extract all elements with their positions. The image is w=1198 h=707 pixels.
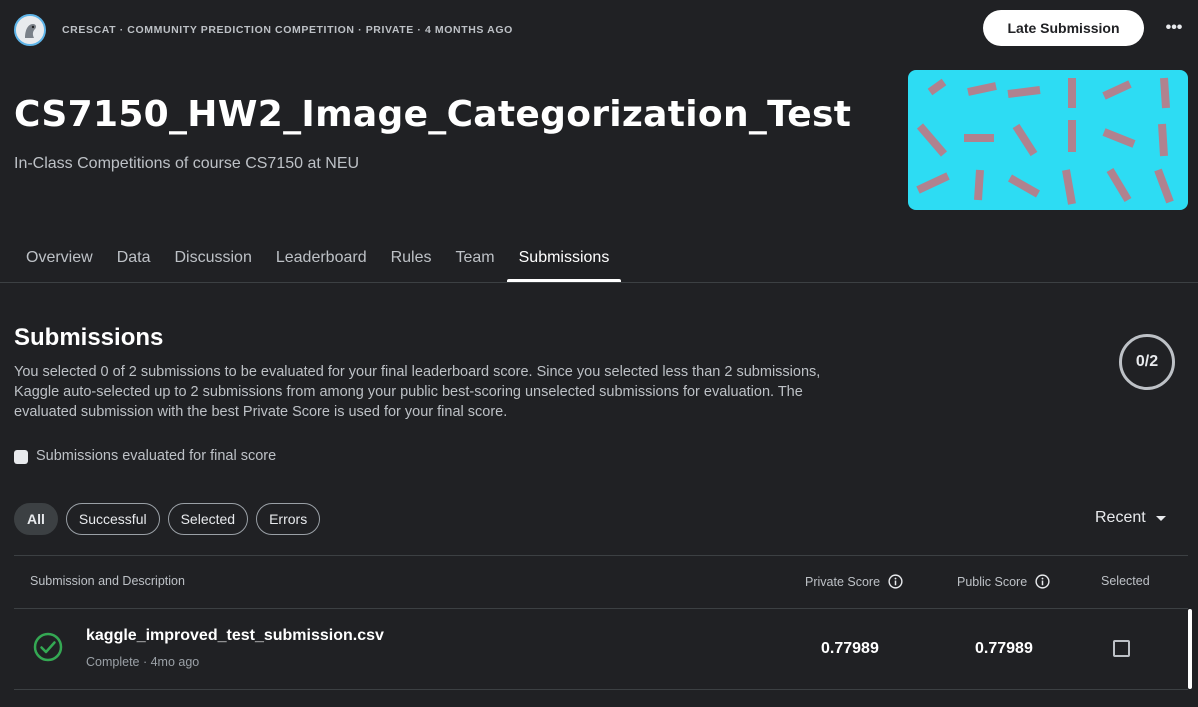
filter-chips: All Successful Selected Errors [14, 503, 321, 535]
competition-subtitle: In-Class Competitions of course CS7150 a… [14, 155, 360, 172]
tab-overview[interactable]: Overview [14, 246, 105, 282]
competition-title: CS7150_HW2_Image_Categorization_Test [14, 94, 852, 135]
column-header-selected: Selected [1101, 574, 1150, 588]
banner-mark [967, 82, 997, 96]
competition-banner-image [908, 70, 1188, 210]
banner-mark [1007, 86, 1041, 98]
section-title: Submissions [14, 324, 164, 351]
tab-rules[interactable]: Rules [379, 246, 444, 282]
banner-mark [1106, 167, 1132, 203]
filter-selected-chip[interactable]: Selected [167, 503, 249, 535]
filter-successful-chip[interactable]: Successful [65, 503, 160, 535]
column-header-private-score: Private Score [805, 574, 903, 589]
banner-mark [916, 123, 948, 157]
filter-errors-chip[interactable]: Errors [256, 503, 321, 535]
competition-host-avatar[interactable] [14, 14, 46, 46]
tab-team[interactable]: Team [444, 246, 507, 282]
banner-mark [1154, 168, 1174, 204]
select-submission-checkbox[interactable] [1113, 640, 1130, 657]
section-description: You selected 0 of 2 submissions to be ev… [14, 364, 821, 420]
sort-label: Recent [1095, 509, 1146, 526]
banner-mark [1102, 80, 1132, 100]
banner-mark [1102, 128, 1136, 148]
caret-down-icon [1155, 515, 1166, 521]
competition-breadcrumb: CRESCAT · COMMUNITY PREDICTION COMPETITI… [62, 24, 513, 36]
public-score-label: Public Score [957, 574, 1028, 589]
banner-mark [974, 169, 984, 201]
competition-tabs: Overview Data Discussion Leaderboard Rul… [14, 246, 622, 282]
banner-mark [1008, 174, 1040, 198]
banner-mark [916, 172, 950, 194]
tab-submissions[interactable]: Submissions [506, 246, 622, 282]
host-logo-icon [16, 16, 44, 44]
info-icon[interactable] [888, 574, 903, 589]
banner-mark [1160, 77, 1170, 109]
submission-file-name[interactable]: kaggle_improved_test_submission.csv [86, 627, 384, 645]
late-submission-button[interactable]: Late Submission [983, 10, 1144, 46]
scrollbar-thumb[interactable] [1188, 609, 1192, 689]
column-header-description: Submission and Description [30, 574, 185, 588]
banner-mark [1062, 169, 1076, 205]
info-icon[interactable] [1035, 574, 1050, 589]
selection-counter: 0/2 [1119, 334, 1175, 390]
private-score-value: 0.77989 [821, 640, 879, 657]
table-top-divider [14, 555, 1188, 556]
sort-dropdown[interactable]: Recent [1095, 509, 1166, 527]
evaluated-filter-label[interactable]: Submissions evaluated for final score [36, 448, 276, 464]
more-options-icon[interactable]: ••• [1158, 16, 1190, 40]
evaluated-filter-checkbox[interactable] [14, 450, 28, 464]
tab-leaderboard[interactable]: Leaderboard [264, 246, 379, 282]
banner-pattern [916, 77, 1174, 205]
tab-data[interactable]: Data [105, 246, 163, 282]
column-header-public-score: Public Score [957, 574, 1050, 589]
submission-meta: Complete · 4mo ago [86, 655, 200, 669]
table-row-divider [14, 689, 1188, 690]
public-score-value: 0.77989 [975, 640, 1033, 657]
filter-all-chip[interactable]: All [14, 503, 58, 535]
private-score-label: Private Score [805, 574, 881, 589]
check-circle-icon [33, 632, 63, 662]
tab-discussion[interactable]: Discussion [162, 246, 263, 282]
tabs-divider [0, 282, 1198, 283]
banner-mark [927, 78, 947, 96]
banner-mark [1158, 123, 1168, 157]
banner-mark [1012, 123, 1038, 157]
